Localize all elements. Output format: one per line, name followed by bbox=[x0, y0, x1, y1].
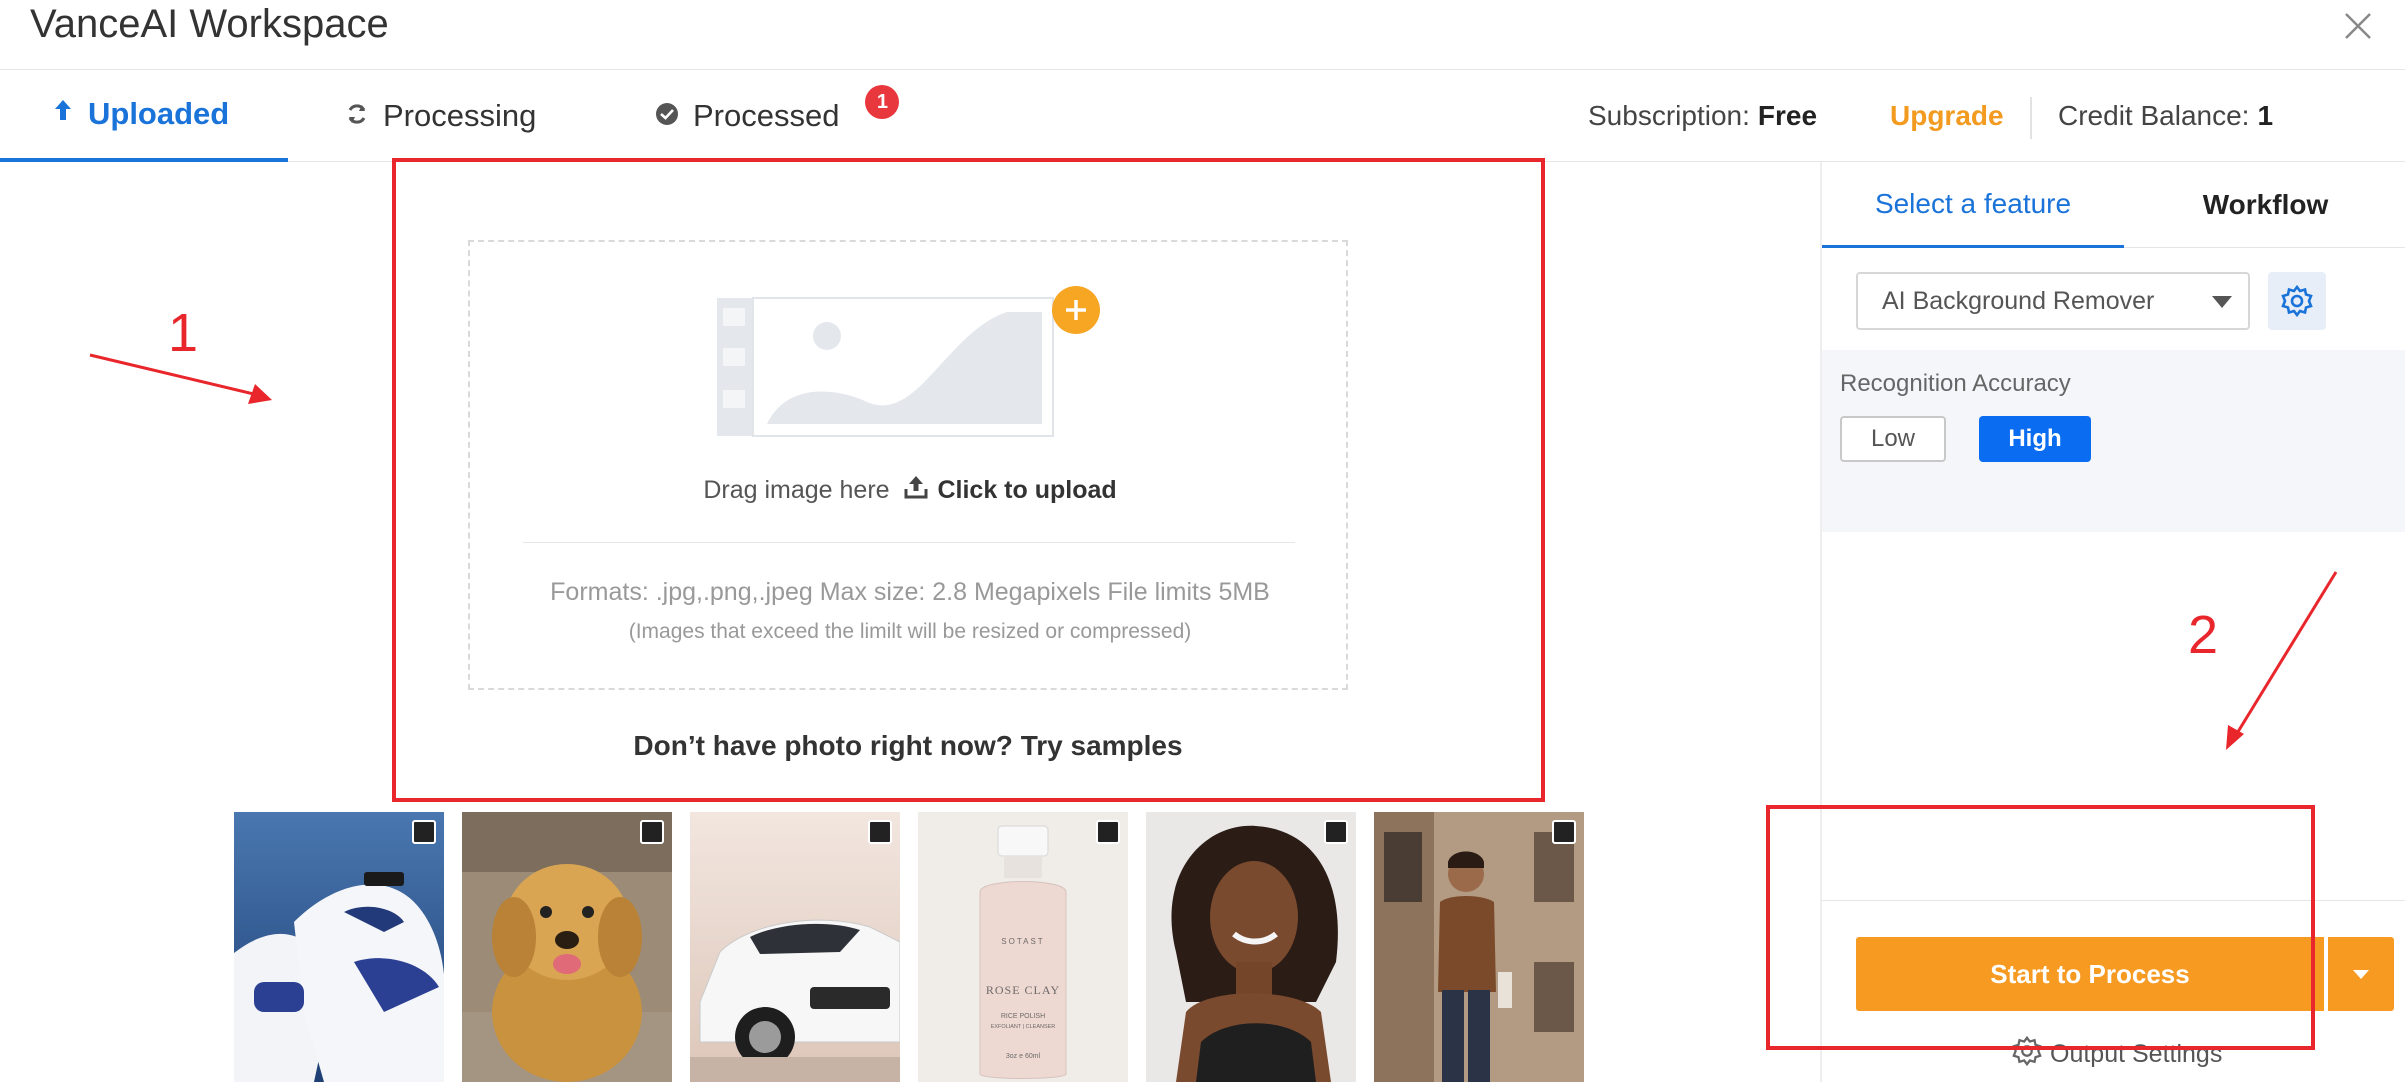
annotation-arrows bbox=[89, 353, 2338, 750]
annotation-number-2: 2 bbox=[2188, 605, 2219, 665]
annotation-number-1: 1 bbox=[168, 303, 199, 363]
